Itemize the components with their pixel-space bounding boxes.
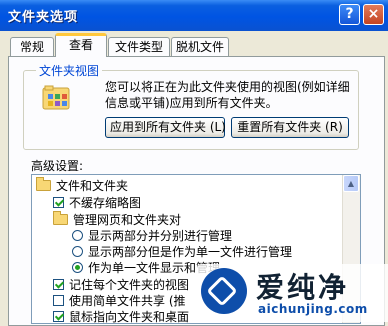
scroll-up-arrow-icon[interactable]: ▲ [343,175,359,192]
radio-icon[interactable] [72,230,83,241]
tab-view[interactable]: 查看 [55,33,107,57]
radio-show-as-single-file[interactable]: 显示两部分但是作为单一文件进行管理 [72,244,292,260]
checkbox-icon[interactable] [53,279,64,290]
tree-folder-files-and-folders: 文件和文件夹 [36,177,128,194]
folder-view-icon [42,85,70,110]
watermark-logo-icon [201,268,247,314]
folder-icon [36,177,51,191]
watermark-url: aichunjing.com [258,302,368,316]
watermark-text: 爱纯净 [256,271,350,304]
folder-icon [53,211,68,225]
radio-icon[interactable] [72,246,83,257]
title-bar: 文件夹选项 ? × [0,0,388,31]
window-title: 文件夹选项 [8,10,79,25]
advanced-settings-label: 高级设置: [31,159,84,173]
folder-views-description: 您可以将正在为此文件夹使用的视图(例如详细信息或平铺)应用到所有文件夹。 [105,80,350,110]
checkbox-simple-file-sharing[interactable]: 使用简单文件共享 (推 [53,293,186,309]
reset-all-folders-button[interactable]: 重置所有文件夹 (R) [231,117,349,138]
help-button[interactable]: ? [339,4,360,25]
radio-show-separately[interactable]: 显示两部分并分别进行管理 [72,228,232,244]
tab-general[interactable]: 常规 [10,37,54,56]
checkbox-do-not-cache-thumbnails[interactable]: 不缓存缩略图 [53,195,141,211]
checkbox-icon[interactable] [53,295,64,306]
radio-icon[interactable] [72,262,83,273]
checkbox-icon[interactable] [53,197,64,208]
tree-folder-manage-webpages: 管理网页和文件夹对 [53,211,181,228]
watermark: 爱纯净 aichunjing.com [196,264,388,322]
folder-views-legend: 文件夹视图 [36,62,103,79]
tab-file-types[interactable]: 文件类型 [108,37,170,56]
close-button[interactable]: × [363,4,384,25]
checkbox-remember-folder-views[interactable]: 记住每个文件夹的视图 [53,277,189,293]
tab-offline-files[interactable]: 脱机文件 [171,37,229,56]
checkbox-icon[interactable] [53,311,64,322]
apply-to-all-folders-button[interactable]: 应用到所有文件夹 (L) [105,117,226,138]
